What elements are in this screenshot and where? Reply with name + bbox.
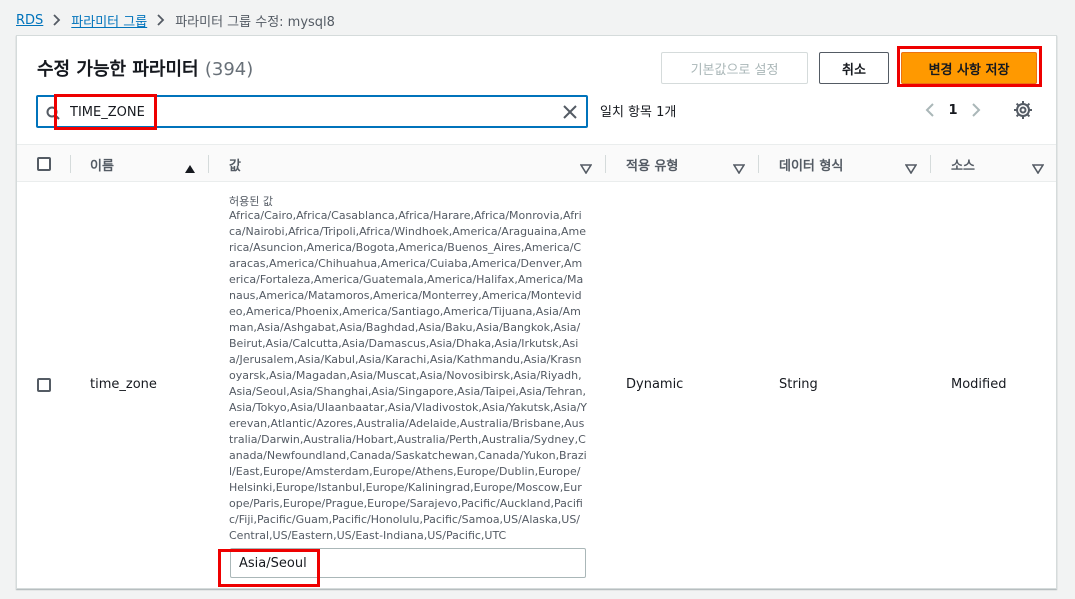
allowed-values-label: 허용된 값 xyxy=(229,195,273,208)
parameter-count: (394) xyxy=(204,59,254,80)
column-header-name[interactable]: 이름 xyxy=(90,145,114,183)
column-divider xyxy=(605,155,606,173)
parameter-value-input[interactable] xyxy=(230,548,586,578)
sort-icon[interactable] xyxy=(579,159,593,175)
chevron-right-icon[interactable] xyxy=(966,100,986,120)
cancel-button[interactable]: 취소 xyxy=(819,52,889,84)
pagination: 1 xyxy=(920,100,986,120)
breadcrumb-parameter-groups-link[interactable]: 파라미터 그룹 xyxy=(71,11,147,30)
breadcrumb-rds-link[interactable]: RDS xyxy=(16,13,43,28)
page-number[interactable]: 1 xyxy=(940,103,966,118)
allowed-values-text: Africa/Cairo,Africa/Casablanca,Africa/Ha… xyxy=(229,209,588,542)
set-default-button[interactable]: 기본값으로 설정 xyxy=(661,52,808,84)
chevron-right-icon xyxy=(52,14,62,26)
breadcrumb-current: 파라미터 그룹 수정: mysql8 xyxy=(175,14,335,30)
sort-icon[interactable] xyxy=(1031,159,1045,175)
column-divider xyxy=(208,155,209,173)
sort-ascending-icon[interactable] xyxy=(184,159,196,173)
column-header-apply-type[interactable]: 적용 유형 xyxy=(626,145,678,183)
match-count: 일치 항목 1개 xyxy=(600,105,677,120)
page-title: 수정 가능한 파라미터 (394) xyxy=(37,55,253,81)
sort-icon[interactable] xyxy=(732,159,746,175)
column-header-value[interactable]: 값 xyxy=(229,145,241,183)
chevron-left-icon[interactable] xyxy=(920,100,940,120)
row-checkbox[interactable] xyxy=(37,378,51,392)
column-divider xyxy=(930,155,931,173)
source: Modified xyxy=(951,377,1007,392)
sort-icon[interactable] xyxy=(904,159,918,175)
chevron-right-icon xyxy=(156,14,166,26)
column-divider xyxy=(70,155,71,173)
column-header-data-type[interactable]: 데이터 형식 xyxy=(779,145,843,183)
search-input[interactable] xyxy=(70,101,550,123)
table-header: 이름 값 적용 유형 데이터 형식 소스 xyxy=(17,144,1056,182)
breadcrumb: RDS 파라미터 그룹 파라미터 그룹 수정: mysql8 xyxy=(16,10,335,30)
data-type: String xyxy=(779,377,818,392)
save-changes-button[interactable]: 변경 사항 저장 xyxy=(901,52,1037,84)
close-icon[interactable] xyxy=(561,103,579,121)
search-box xyxy=(36,95,588,128)
page-title-text: 수정 가능한 파라미터 xyxy=(37,59,199,80)
select-all-checkbox[interactable] xyxy=(37,157,51,171)
search-icon xyxy=(46,105,60,120)
gear-icon[interactable] xyxy=(1013,100,1033,120)
parameter-name: time_zone xyxy=(90,377,157,392)
column-divider xyxy=(758,155,759,173)
parameters-panel: 수정 가능한 파라미터 (394) 기본값으로 설정 취소 변경 사항 저장 일… xyxy=(16,35,1057,589)
apply-type: Dynamic xyxy=(626,377,684,392)
column-header-source[interactable]: 소스 xyxy=(951,145,975,183)
